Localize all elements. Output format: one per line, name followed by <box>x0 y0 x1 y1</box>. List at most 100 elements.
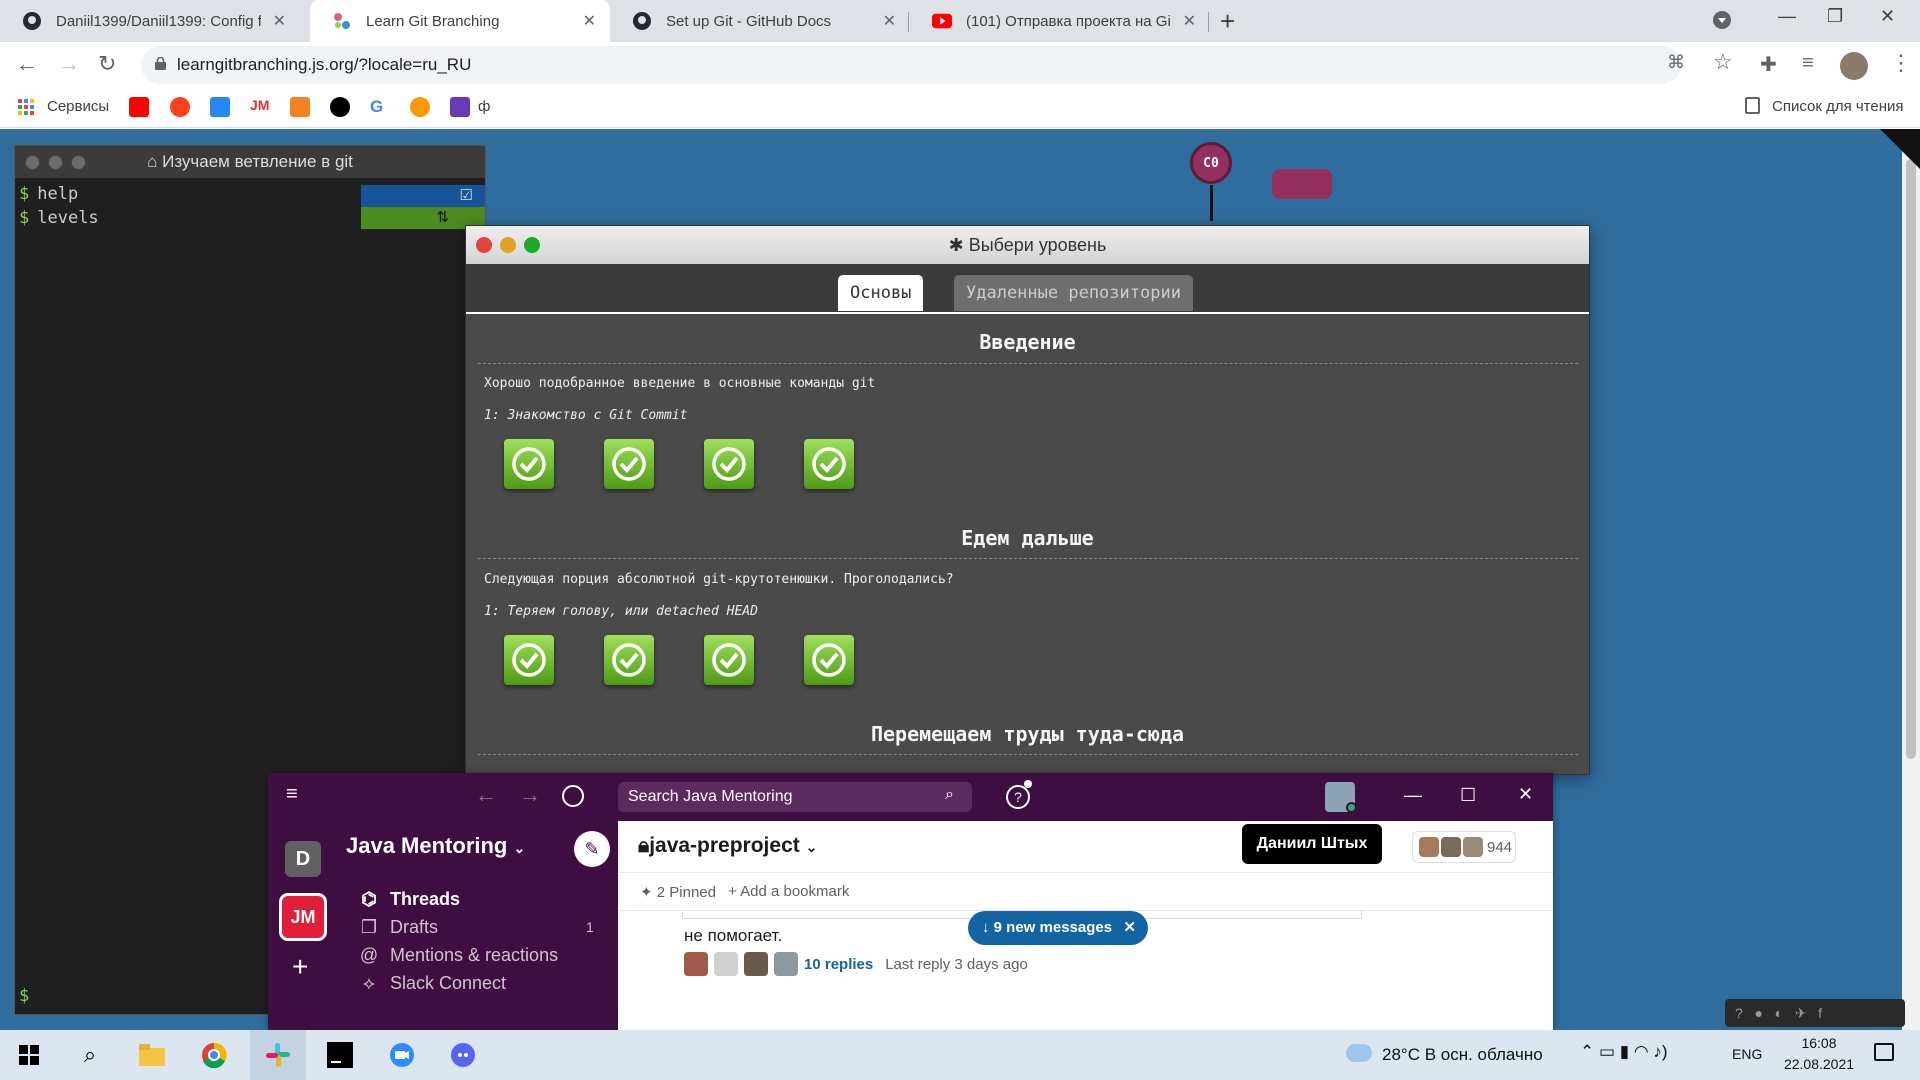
new-messages-banner[interactable]: ↓ 9 new messages ✕ <box>968 911 1148 945</box>
translate-icon[interactable]: ⌘ <box>1667 52 1685 73</box>
level-complete-button[interactable] <box>604 635 654 685</box>
branch-label[interactable] <box>1272 169 1332 199</box>
windows-start-icon[interactable] <box>12 1038 46 1072</box>
tab-github-docs[interactable]: Set up Git - GitHub Docs ✕ <box>610 0 910 42</box>
search-icon[interactable]: ⌕ <box>73 1038 107 1072</box>
intellij-icon[interactable] <box>323 1038 357 1072</box>
slack-taskbar-icon[interactable] <box>250 1030 306 1080</box>
close-dot[interactable] <box>25 155 40 170</box>
bookmark-star-icon[interactable]: ☆ <box>1713 49 1733 75</box>
compose-icon[interactable]: ✎ <box>574 831 610 867</box>
members-button[interactable]: 944 <box>1412 831 1516 863</box>
tab-remote[interactable]: Удаленные репозитории <box>954 275 1193 311</box>
social-links-bar[interactable]: ? ● ◐ ✈ f <box>1725 999 1905 1027</box>
reading-list[interactable]: Список для чтения <box>1772 98 1904 115</box>
close-tab-icon[interactable]: ✕ <box>883 11 896 31</box>
cloud-bookmark-icon[interactable] <box>410 97 430 117</box>
history-icon[interactable] <box>562 785 584 807</box>
stackoverflow-bookmark-icon[interactable] <box>290 97 310 117</box>
sidebar-item-drafts[interactable]: ❐ Drafts <box>360 917 438 938</box>
thread-replies[interactable]: 10 replies Last reply 3 days ago <box>684 952 1028 976</box>
weather-text[interactable]: 28°C В осн. облачно <box>1382 1045 1543 1065</box>
workspace-d[interactable]: D <box>285 841 321 877</box>
help-icon[interactable]: ? <box>1006 785 1030 809</box>
restore-icon[interactable]: ❐ <box>1827 6 1843 27</box>
level-complete-button[interactable] <box>604 439 654 489</box>
tray-icons[interactable]: ⌃ ▭ ▮ ◠ ♪) <box>1580 1042 1668 1062</box>
replies-link[interactable]: 10 replies <box>804 956 873 973</box>
extensions-icon[interactable]: ✚ <box>1760 52 1777 77</box>
commit-node[interactable]: C0 <box>1190 142 1232 184</box>
bookmark-services[interactable]: Сервисы <box>47 98 109 115</box>
language-indicator[interactable]: ENG <box>1732 1046 1762 1062</box>
maximize-dot[interactable] <box>524 237 540 253</box>
hamburger-icon[interactable]: ≡ <box>286 783 298 806</box>
tab-github-config[interactable]: Daniil1399/Daniil1399: Config file ✕ <box>0 0 300 42</box>
minimize-dot[interactable] <box>48 155 63 170</box>
level-complete-button[interactable] <box>704 635 754 685</box>
reload-icon[interactable]: ↻ <box>98 51 116 77</box>
bookmark-f[interactable]: ф <box>478 98 490 115</box>
close-tab-icon[interactable]: ✕ <box>273 11 286 31</box>
chrome-icon[interactable] <box>197 1038 231 1072</box>
new-tab-button[interactable]: + <box>1220 6 1235 37</box>
slack-search-input[interactable]: Search Java Mentoring <box>618 782 972 812</box>
weather-icon[interactable] <box>1346 1044 1372 1062</box>
media-icon[interactable]: ≡ <box>1802 52 1814 75</box>
level-complete-button[interactable] <box>804 439 854 489</box>
youtube-bookmark-icon[interactable] <box>129 97 149 117</box>
sidebar-item-slack-connect[interactable]: ⟡ Slack Connect <box>360 973 506 994</box>
close-window-icon[interactable]: ✕ <box>1880 6 1895 27</box>
page-scrollbar[interactable] <box>1902 129 1920 1030</box>
forward-icon[interactable]: → <box>519 782 541 808</box>
menu-icon[interactable]: ⋮ <box>1890 50 1912 76</box>
apps-grid-icon[interactable] <box>18 99 34 115</box>
profile-avatar[interactable] <box>1840 52 1868 80</box>
yandex-bookmark-icon[interactable] <box>170 97 190 117</box>
sidebar-item-mentions[interactable]: @ Mentions & reactions <box>360 945 558 966</box>
tab-learn-git-branching[interactable]: Learn Git Branching ✕ <box>310 0 610 42</box>
close-icon[interactable]: ✕ <box>1123 911 1136 945</box>
pinned-button[interactable]: ✦ 2 Pinned <box>640 883 716 901</box>
forms-bookmark-icon[interactable] <box>450 97 470 117</box>
workspace-name[interactable]: Java Mentoring ⌄ <box>346 833 525 859</box>
sidebar-item-threads[interactable]: ⌬ Threads <box>360 889 460 910</box>
maximize-icon[interactable]: ☐ <box>1460 785 1476 806</box>
close-icon[interactable]: ✕ <box>1518 784 1533 805</box>
command-badge-blue[interactable]: ☑ <box>361 185 485 207</box>
discord-icon[interactable] <box>446 1038 480 1072</box>
jm-bookmark-icon[interactable]: JM <box>250 97 270 117</box>
level-complete-button[interactable] <box>504 439 554 489</box>
add-workspace-icon[interactable]: + <box>292 951 308 983</box>
zoom-icon[interactable] <box>385 1038 419 1072</box>
close-dot[interactable] <box>476 237 492 253</box>
google-bookmark-icon[interactable]: G <box>370 97 390 117</box>
clock-date[interactable]: 22.08.2021 <box>1776 1056 1862 1072</box>
notifications-icon[interactable] <box>1874 1043 1894 1061</box>
workspace-jm[interactable]: JM <box>279 893 327 941</box>
level-complete-button[interactable] <box>504 635 554 685</box>
address-bar[interactable]: learngitbranching.js.org/?locale=ru_RU ⌘ <box>141 46 1685 84</box>
maximize-dot[interactable] <box>71 155 86 170</box>
minimize-dot[interactable] <box>500 237 516 253</box>
tab-search-icon[interactable] <box>1712 10 1732 35</box>
level-complete-button[interactable] <box>804 635 854 685</box>
channel-name[interactable]: 🔒︎java-preproject ⌄ <box>638 834 817 858</box>
minimize-icon[interactable]: — <box>1778 6 1796 27</box>
level-complete-button[interactable] <box>704 439 754 489</box>
link-bookmark-icon[interactable] <box>330 97 350 117</box>
clock-time[interactable]: 16:08 <box>1789 1035 1849 1051</box>
file-explorer-icon[interactable] <box>135 1038 169 1072</box>
back-icon[interactable]: ← <box>16 51 38 77</box>
vk-bookmark-icon[interactable] <box>210 97 230 117</box>
back-icon[interactable]: ← <box>475 782 497 808</box>
tab-basics[interactable]: Основы <box>838 275 924 311</box>
minimize-icon[interactable]: — <box>1404 785 1422 806</box>
add-bookmark-button[interactable]: + Add a bookmark <box>728 883 849 900</box>
github-corner-icon[interactable] <box>1880 129 1920 169</box>
forward-icon[interactable]: → <box>58 51 80 77</box>
tab-youtube[interactable]: (101) Отправка проекта на GitH ✕ <box>910 0 1210 42</box>
close-tab-icon[interactable]: ✕ <box>1183 11 1196 31</box>
terminal-prompt[interactable]: $ <box>19 986 37 1006</box>
close-tab-icon[interactable]: ✕ <box>583 11 596 31</box>
